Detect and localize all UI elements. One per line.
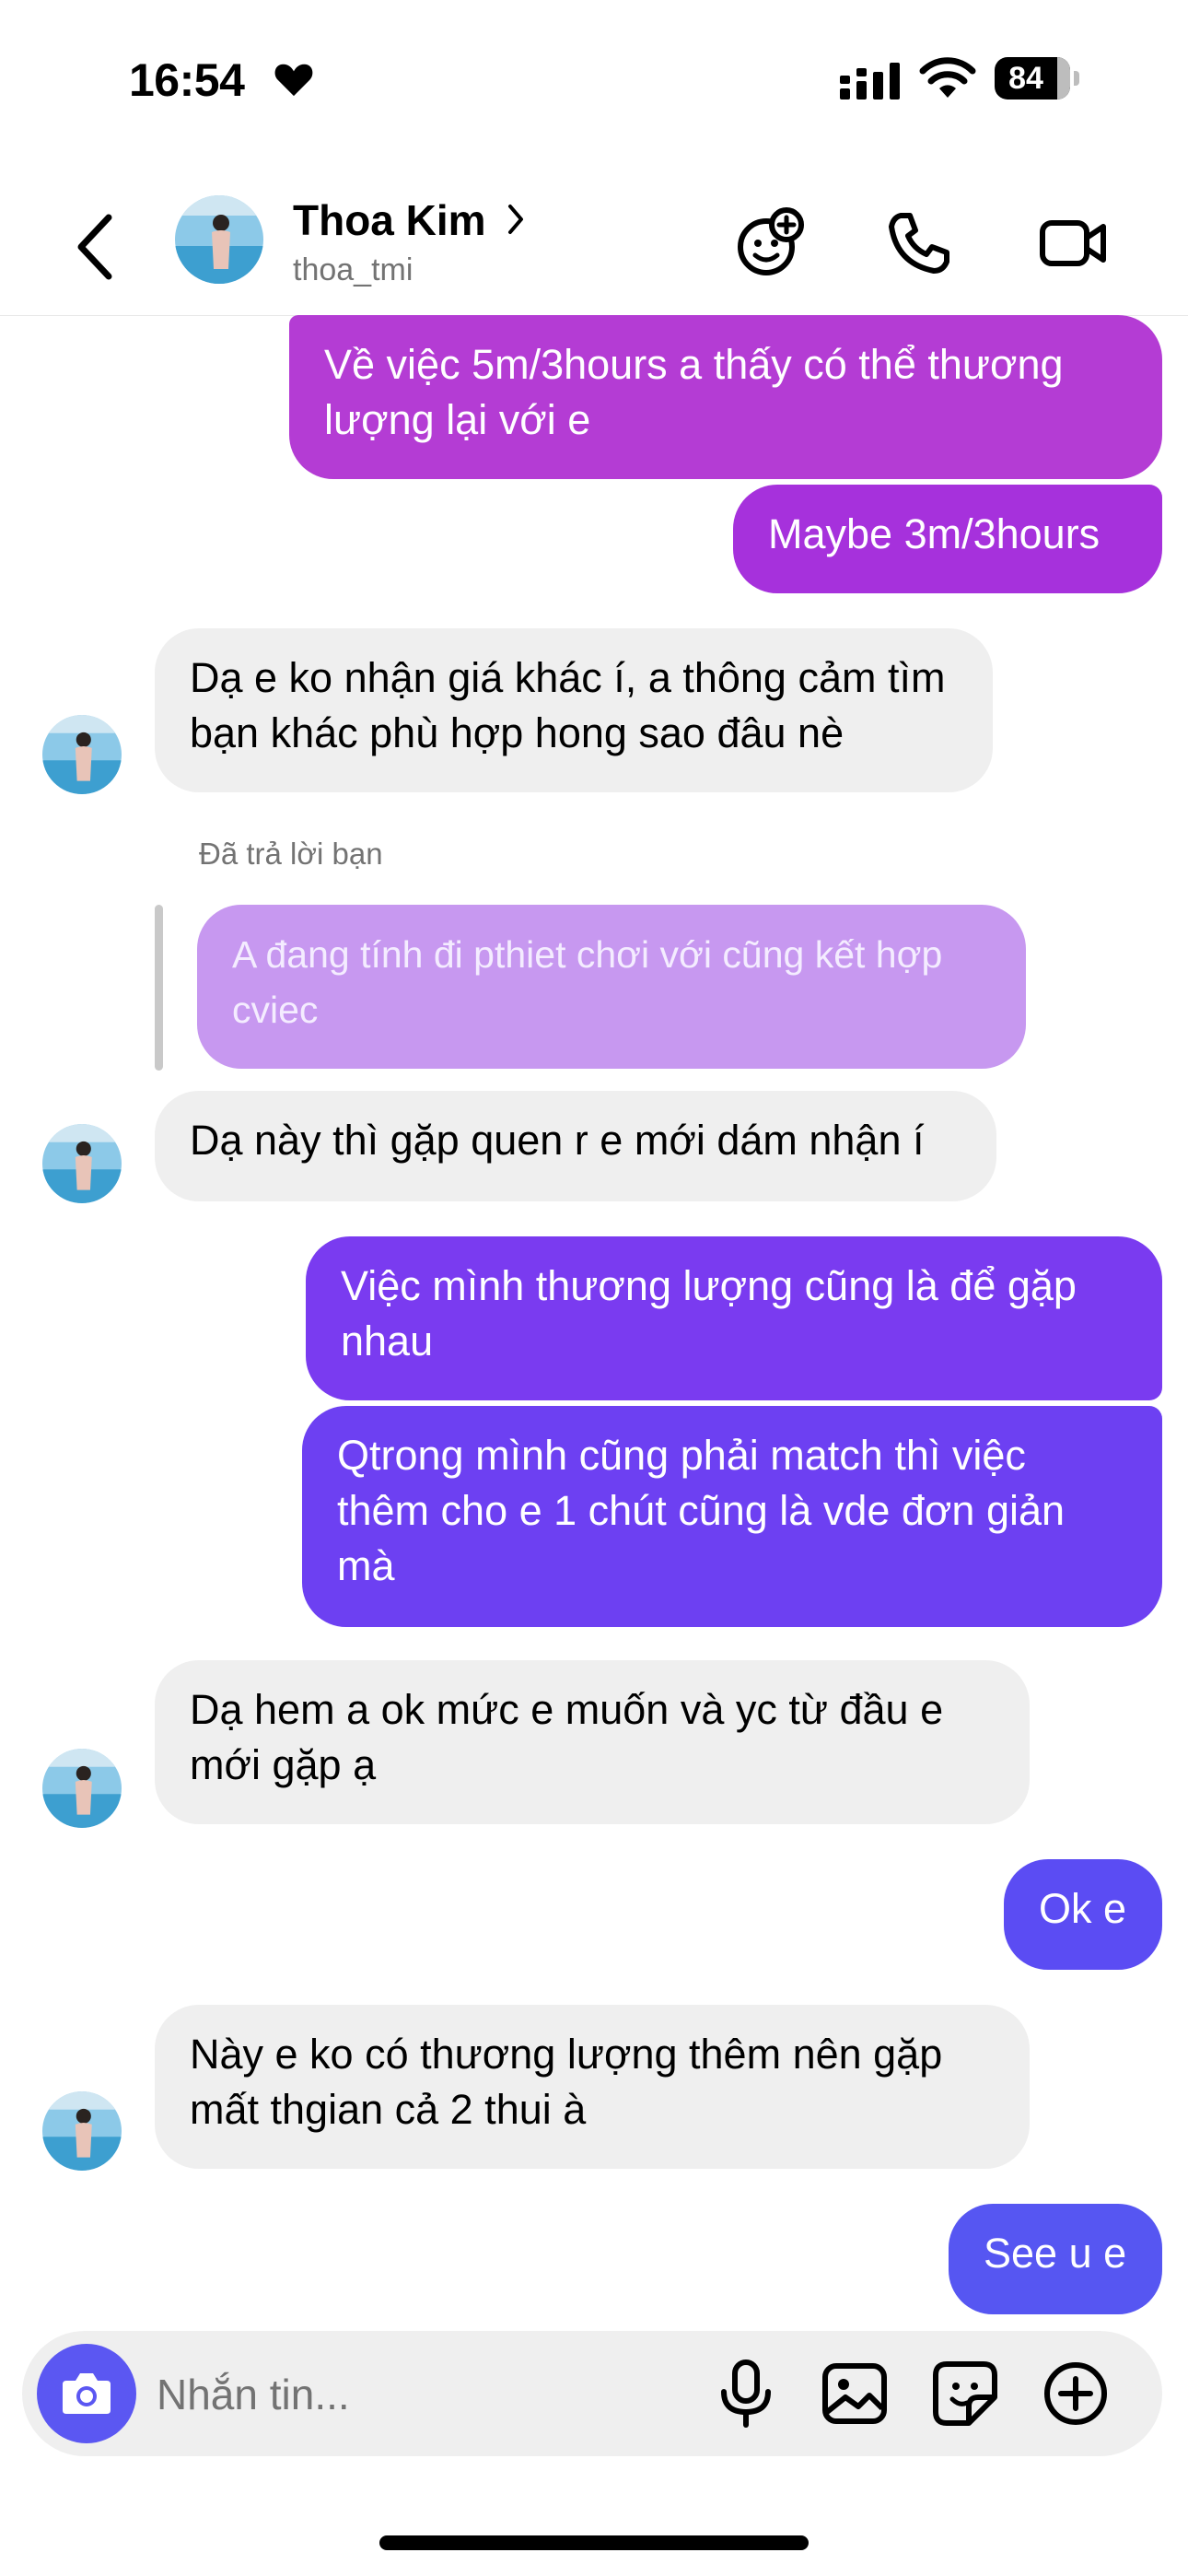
- message-composer: [22, 2331, 1162, 2456]
- quoted-message[interactable]: A đang tính đi pthiet chơi với cũng kết …: [197, 905, 1026, 1069]
- home-indicator: [379, 2535, 809, 2550]
- camera-button[interactable]: [37, 2344, 136, 2443]
- camera-icon: [63, 2373, 111, 2414]
- battery-indicator: 84: [995, 57, 1079, 100]
- sender-avatar[interactable]: [42, 715, 122, 794]
- phone-call-icon[interactable]: [882, 206, 956, 280]
- incoming-message[interactable]: Dạ này thì gặp quen r e mới dám nhận í: [155, 1091, 996, 1201]
- gallery-icon[interactable]: [818, 2357, 891, 2430]
- reply-label: Đã trả lời bạn: [199, 837, 383, 871]
- chat-header: Thoa Kim thoa_tmi: [0, 184, 1188, 316]
- outgoing-message[interactable]: See u e: [949, 2204, 1162, 2314]
- sender-avatar[interactable]: [42, 1124, 122, 1203]
- wifi-icon: [919, 57, 976, 98]
- video-call-icon[interactable]: [1037, 206, 1111, 280]
- outgoing-message[interactable]: Về việc 5m/3hours a thấy có thể thương l…: [289, 315, 1162, 479]
- reply-bar: [155, 905, 163, 1071]
- message-input[interactable]: [155, 2360, 711, 2429]
- outgoing-message[interactable]: Maybe 3m/3hours: [733, 485, 1162, 593]
- sender-avatar[interactable]: [42, 2091, 122, 2171]
- cellular-signal-icon: [840, 63, 900, 100]
- add-plus-icon[interactable]: [1039, 2357, 1112, 2430]
- incoming-message[interactable]: Dạ hem a ok mức e muốn và yc từ đầu e mớ…: [155, 1660, 1030, 1824]
- outgoing-message[interactable]: Qtrong mình cũng phải match thì việc thê…: [302, 1406, 1162, 1627]
- incoming-message[interactable]: Dạ e ko nhận giá khác í, a thông cảm tìm…: [155, 628, 993, 792]
- contact-name[interactable]: Thoa Kim: [293, 195, 486, 245]
- heart-icon: [274, 64, 313, 97]
- incoming-message[interactable]: Này e ko có thương lượng thêm nên gặp mấ…: [155, 2005, 1030, 2169]
- status-time: 16:54: [129, 54, 245, 106]
- chevron-right-icon[interactable]: [505, 203, 527, 236]
- contact-handle: thoa_tmi: [293, 252, 413, 287]
- sticker-icon[interactable]: [928, 2357, 1002, 2430]
- microphone-icon[interactable]: [709, 2357, 783, 2430]
- sender-avatar[interactable]: [42, 1749, 122, 1828]
- outgoing-message[interactable]: Việc mình thương lượng cũng là để gặp nh…: [306, 1236, 1162, 1400]
- battery-level: 84: [1008, 61, 1043, 96]
- back-chevron-icon[interactable]: [72, 212, 118, 282]
- contact-avatar[interactable]: [175, 195, 263, 284]
- sticker-effects-icon[interactable]: [733, 206, 807, 280]
- outgoing-message[interactable]: Ok e: [1004, 1859, 1162, 1970]
